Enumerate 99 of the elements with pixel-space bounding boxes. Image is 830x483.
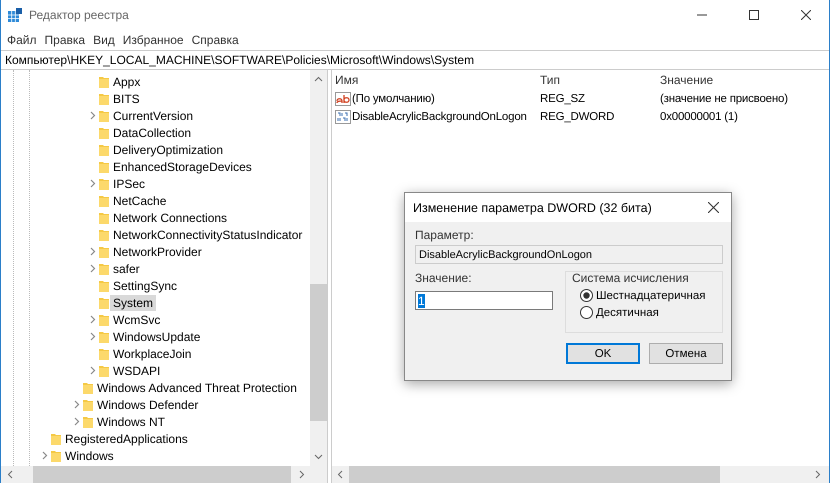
maximize-icon bbox=[749, 10, 759, 20]
tree-item[interactable]: safer bbox=[110, 260, 143, 276]
radio-label[interactable]: Шестнадцатеричная bbox=[596, 290, 706, 302]
expand-chevron-icon[interactable] bbox=[90, 111, 96, 120]
parameter-label: Параметр: bbox=[415, 228, 475, 242]
value-data: 0x00000001 (1) bbox=[660, 111, 739, 123]
folder-icon bbox=[98, 346, 110, 360]
menu-item[interactable]: Правка bbox=[40, 33, 90, 47]
folder-icon bbox=[98, 210, 110, 224]
folder-icon bbox=[98, 244, 110, 258]
expand-chevron-icon[interactable] bbox=[74, 400, 80, 409]
folder-icon bbox=[98, 126, 110, 140]
folder-icon bbox=[98, 278, 110, 292]
tree-item[interactable]: IPSec bbox=[110, 176, 148, 192]
folder-icon bbox=[98, 176, 110, 190]
dialog-button[interactable]: Отмена bbox=[649, 343, 723, 364]
folder-icon bbox=[82, 380, 94, 394]
folder-icon bbox=[98, 74, 110, 88]
folder-icon bbox=[50, 448, 62, 462]
dialog-title: Изменение параметра DWORD (32 бита) bbox=[413, 200, 653, 214]
menu-item[interactable]: Вид bbox=[89, 33, 119, 47]
registry-editor-icon bbox=[7, 7, 23, 23]
tree-item[interactable]: CurrentVersion bbox=[110, 108, 196, 124]
horizontal-scrollbar[interactable] bbox=[1, 466, 327, 483]
tree-item[interactable]: Windows NT bbox=[94, 414, 168, 430]
tree-item[interactable]: SettingSync bbox=[110, 278, 180, 294]
expand-chevron-icon[interactable] bbox=[90, 366, 96, 375]
tree-item[interactable]: WSDAPI bbox=[110, 362, 164, 378]
parameter-field: DisableAcrylicBackgroundOnLogon bbox=[415, 245, 723, 264]
folder-icon bbox=[98, 262, 110, 276]
expand-chevron-icon[interactable] bbox=[42, 451, 48, 460]
folder-icon bbox=[98, 108, 110, 122]
folder-icon bbox=[98, 228, 110, 242]
expand-chevron-icon[interactable] bbox=[90, 247, 96, 256]
radio-button[interactable] bbox=[580, 289, 593, 302]
tree-item[interactable]: Appx bbox=[110, 74, 144, 90]
tree-item[interactable]: WcmSvc bbox=[110, 312, 164, 328]
tree-item[interactable]: Windows Advanced Threat Protection bbox=[94, 380, 300, 396]
folder-icon bbox=[98, 92, 110, 106]
group-title: Система исчисления bbox=[572, 271, 690, 285]
expand-chevron-icon[interactable] bbox=[90, 264, 96, 273]
column-header[interactable]: Имя bbox=[335, 73, 540, 87]
close-icon bbox=[801, 10, 811, 20]
scroll-left-icon[interactable] bbox=[337, 470, 343, 479]
tree-item[interactable]: BITS bbox=[110, 90, 143, 106]
folder-icon bbox=[98, 142, 110, 156]
folder-icon bbox=[98, 312, 110, 326]
tree-item[interactable]: NetCache bbox=[110, 192, 170, 208]
tree-item[interactable]: EnhancedStorageDevices bbox=[110, 158, 255, 174]
value-field[interactable]: 1 bbox=[415, 291, 553, 310]
horizontal-scrollbar[interactable] bbox=[332, 466, 829, 483]
value-name[interactable]: DisableAcrylicBackgroundOnLogon bbox=[352, 111, 527, 123]
tree-item[interactable]: Network Connections bbox=[110, 210, 230, 226]
value-name[interactable]: (По умолчанию) bbox=[352, 93, 435, 105]
tree-item[interactable]: System bbox=[110, 294, 156, 310]
tree-item[interactable]: WorkplaceJoin bbox=[110, 346, 194, 362]
string-value-icon bbox=[335, 91, 351, 107]
folder-icon bbox=[98, 364, 110, 378]
scroll-down-icon[interactable] bbox=[314, 454, 323, 460]
tree-item[interactable]: Windows bbox=[62, 448, 117, 464]
address-bar[interactable]: Компьютер\HKEY_LOCAL_MACHINE\SOFTWARE\Policies\Microsoft\Windows\System bbox=[1, 50, 829, 70]
expand-chevron-icon[interactable] bbox=[90, 332, 96, 341]
radio-button[interactable] bbox=[580, 306, 593, 319]
value-type: REG_DWORD bbox=[540, 111, 616, 123]
folder-icon bbox=[98, 194, 110, 208]
binary-value-icon bbox=[335, 109, 351, 125]
dialog-button[interactable]: OK bbox=[566, 343, 640, 364]
close-icon bbox=[708, 202, 718, 213]
folder-icon bbox=[82, 414, 94, 428]
value-label: Значение: bbox=[415, 271, 473, 285]
expand-chevron-icon[interactable] bbox=[74, 417, 80, 426]
scroll-right-icon[interactable] bbox=[815, 470, 821, 479]
tree-item[interactable]: NetworkConnectivityStatusIndicator bbox=[110, 226, 306, 242]
menu-item[interactable]: Справка bbox=[188, 33, 243, 47]
tree-item[interactable]: WindowsUpdate bbox=[110, 328, 204, 344]
tree-item[interactable]: DataCollection bbox=[110, 124, 194, 140]
tree-item[interactable]: NetworkProvider bbox=[110, 244, 205, 260]
folder-icon bbox=[98, 330, 110, 344]
scroll-up-icon[interactable] bbox=[314, 76, 323, 82]
menu-item[interactable]: Избранное bbox=[118, 33, 188, 47]
vertical-scrollbar[interactable] bbox=[310, 70, 327, 466]
scroll-right-icon[interactable] bbox=[299, 470, 305, 479]
menu-item[interactable]: Файл bbox=[3, 33, 41, 47]
scroll-left-icon[interactable] bbox=[7, 470, 13, 479]
value-data: (значение не присвоено) bbox=[660, 93, 789, 105]
window-title: Редактор реестра bbox=[29, 8, 129, 22]
expand-chevron-icon[interactable] bbox=[90, 179, 96, 188]
column-header[interactable]: Тип bbox=[540, 73, 660, 87]
expand-chevron-icon[interactable] bbox=[90, 315, 96, 324]
tree-item[interactable]: RegisteredApplications bbox=[62, 430, 191, 446]
radio-label[interactable]: Десятичная bbox=[596, 306, 659, 318]
folder-icon bbox=[98, 296, 110, 310]
folder-icon bbox=[82, 398, 94, 412]
folder-icon bbox=[98, 160, 110, 174]
folder-icon bbox=[50, 432, 62, 446]
tree-item[interactable]: DeliveryOptimization bbox=[110, 142, 226, 158]
value-type: REG_SZ bbox=[540, 93, 586, 105]
tree-item[interactable]: Windows Defender bbox=[94, 396, 202, 412]
column-header[interactable]: Значение bbox=[660, 73, 829, 87]
